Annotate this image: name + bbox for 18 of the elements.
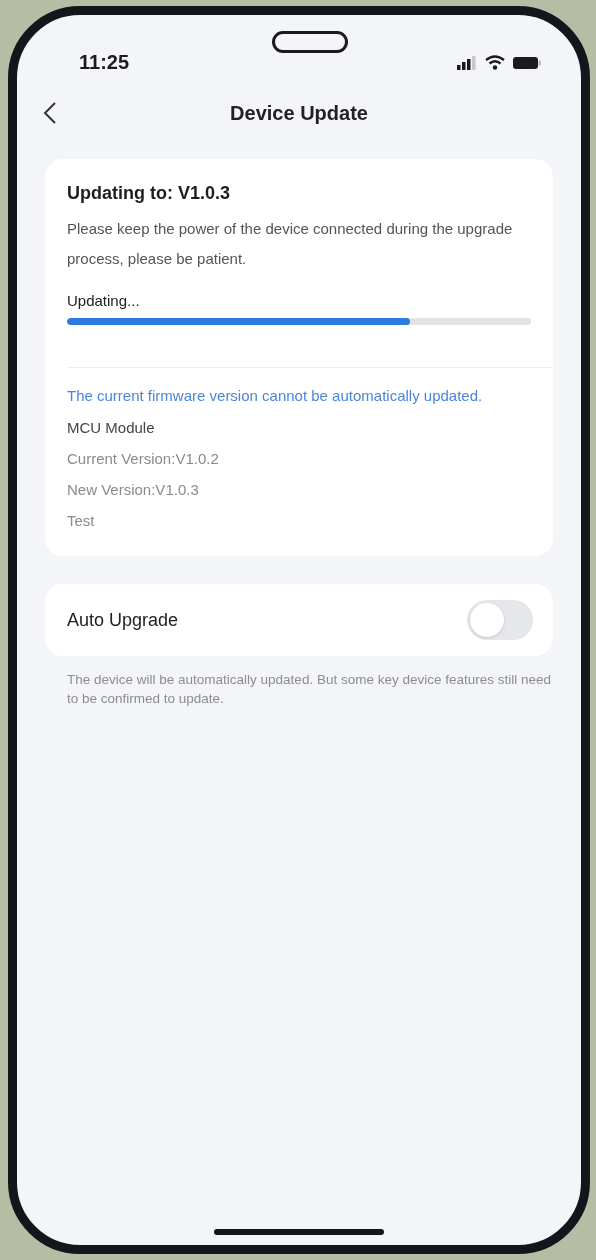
detail-line: Test: [67, 511, 96, 531]
page-title: Device Update: [230, 101, 368, 125]
update-heading: Updating to: V1.0.3: [67, 183, 231, 204]
wifi-icon: [485, 55, 505, 70]
update-description: Please keep the power of the device connected during the upgrade process, please be patient.: [67, 219, 514, 269]
setting-label: Auto Upgrade: [67, 609, 179, 631]
auto-upgrade-note: The device will be automatically updated. But some key device features still need to be confirmed to update.: [67, 671, 552, 708]
detail-line: New Version:V1.0.3: [67, 480, 200, 500]
status-time: 11:25: [79, 51, 131, 74]
firmware-notice: The current firmware version cannot be automatically updated.: [67, 386, 484, 406]
progress-label: Updating...: [67, 292, 141, 309]
module-name: MCU Module: [67, 418, 156, 438]
signal-icon: [457, 55, 477, 70]
battery-icon: [513, 55, 541, 70]
detail-line: Current Version:V1.0.2: [67, 449, 220, 469]
auto-upgrade-toggle[interactable]: [467, 600, 533, 640]
back-icon: [43, 101, 57, 125]
speaker-icon: [272, 31, 348, 53]
